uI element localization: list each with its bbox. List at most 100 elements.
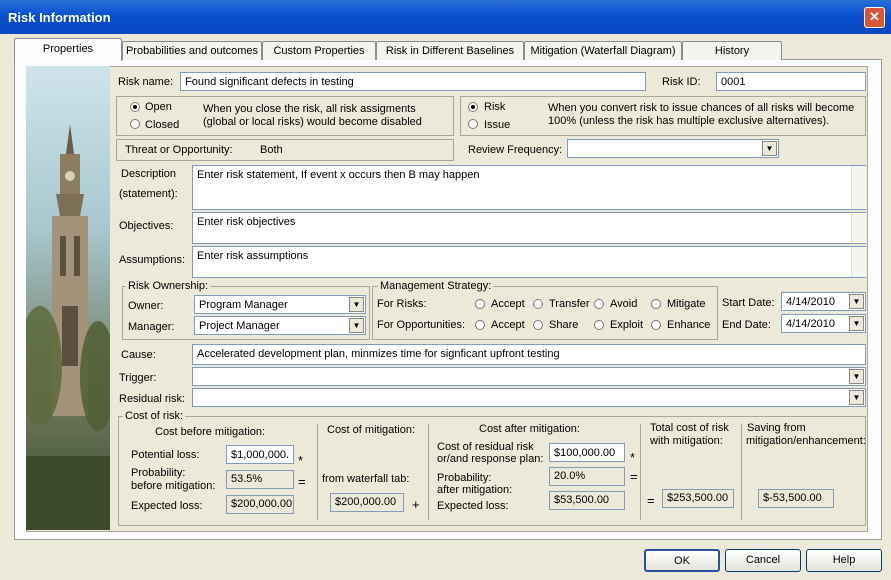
start-date-label: Start Date: — [722, 297, 775, 309]
end-date-dropdown-icon[interactable]: ▼ — [849, 316, 864, 331]
separator — [741, 424, 742, 520]
closed-radio[interactable] — [130, 119, 140, 129]
threat-label: Threat or Opportunity: — [125, 144, 233, 156]
manager-select[interactable]: Project Manager — [194, 316, 366, 335]
expected-loss-label: Expected loss: — [131, 500, 203, 512]
review-frequency-select[interactable] — [567, 139, 779, 158]
risk-mitigate-radio[interactable] — [651, 299, 661, 309]
risk-name-label: Risk name: — [118, 76, 174, 88]
close-button[interactable]: ✕ — [864, 7, 885, 28]
objectives-textarea[interactable]: Enter risk objectives — [192, 212, 866, 244]
saving-label-2: mitigation/enhancement: — [746, 435, 866, 447]
tab-baselines[interactable]: Risk in Different Baselines — [376, 41, 524, 60]
separator — [428, 424, 429, 520]
plus-operator: + — [412, 497, 420, 512]
tab-mitigation[interactable]: Mitigation (Waterfall Diagram) — [524, 41, 682, 60]
prob-before-label-2: before mitigation: — [131, 480, 216, 492]
after-expected-label: Expected loss: — [437, 500, 509, 512]
cancel-button[interactable]: Cancel — [725, 549, 801, 572]
risk-label: Risk — [484, 101, 506, 113]
opp-share-label: Share — [549, 319, 579, 331]
cost-title: Cost of risk: — [123, 410, 186, 422]
risk-id-label: Risk ID: — [662, 76, 701, 88]
saving-value: $-53,500.00 — [758, 489, 834, 508]
end-date-label: End Date: — [722, 319, 771, 331]
opp-accept-radio[interactable] — [475, 320, 485, 330]
before-title: Cost before mitigation: — [155, 426, 266, 438]
risk-id-input[interactable]: 0001 — [716, 72, 866, 91]
equals-operator: = — [630, 469, 638, 484]
risk-name-input[interactable]: Found significant defects in testing — [180, 72, 646, 91]
prob-before-label: Probability: — [131, 467, 186, 479]
owner-label: Owner: — [128, 300, 164, 312]
objectives-label: Objectives: — [119, 220, 174, 232]
start-date-dropdown-icon[interactable]: ▼ — [849, 294, 864, 309]
ok-button[interactable]: OK — [644, 549, 720, 572]
issue-label: Issue — [484, 119, 511, 131]
potential-loss-label: Potential loss: — [131, 449, 200, 461]
opp-accept-label: Accept — [491, 319, 525, 331]
description-label: Description — [121, 168, 177, 180]
open-radio[interactable] — [130, 102, 140, 112]
ownership-title: Risk Ownership: — [126, 280, 211, 292]
assumptions-scrollbar[interactable] — [851, 247, 866, 277]
opp-exploit-radio[interactable] — [594, 320, 604, 330]
trigger-label: Trigger: — [119, 372, 157, 384]
description-scrollbar[interactable] — [851, 166, 866, 209]
opp-enhance-radio[interactable] — [651, 320, 661, 330]
for-risks-label: For Risks: — [377, 298, 427, 310]
description-textarea[interactable]: Enter risk statement, If event x occurs … — [192, 165, 866, 210]
equals-operator: = — [298, 474, 306, 489]
prob-before-value: 53.5% — [226, 470, 294, 489]
equals-operator: = — [647, 493, 655, 508]
open-label: Open — [145, 101, 172, 113]
review-label: Review Frequency: — [468, 144, 563, 156]
closed-label: Closed — [145, 119, 180, 131]
owner-select[interactable]: Program Manager — [194, 295, 366, 314]
risk-accept-radio[interactable] — [475, 299, 485, 309]
status-note: When you close the risk, all risk assigm… — [203, 103, 422, 128]
owner-dropdown-icon[interactable]: ▼ — [349, 297, 364, 312]
objectives-scrollbar[interactable] — [851, 213, 866, 243]
tab-history[interactable]: History — [682, 41, 782, 60]
cathedral-image — [18, 66, 116, 530]
residual-label: Residual risk: — [119, 393, 186, 405]
window-title: Risk Information — [8, 10, 111, 25]
mitigation-cost-value: $200,000.00 — [330, 493, 404, 512]
risk-transfer-radio[interactable] — [533, 299, 543, 309]
after-title: Cost after mitigation: — [479, 423, 580, 435]
strategy-group — [372, 286, 718, 340]
title-bar — [0, 0, 891, 34]
saving-label: Saving from — [747, 422, 806, 434]
potential-loss-input[interactable]: $1,000,000. — [226, 445, 294, 464]
manager-label: Manager: — [128, 321, 175, 333]
cause-input[interactable]: Accelerated development plan, minmizes t… — [192, 344, 866, 365]
risk-avoid-radio[interactable] — [594, 299, 604, 309]
risk-radio[interactable] — [468, 102, 478, 112]
risk-accept-label: Accept — [491, 298, 525, 310]
separator — [640, 424, 641, 520]
review-dropdown-icon[interactable]: ▼ — [762, 141, 777, 156]
assumptions-textarea[interactable]: Enter risk assumptions — [192, 246, 866, 278]
help-button[interactable]: Help — [806, 549, 882, 572]
trigger-dropdown-icon[interactable]: ▼ — [849, 369, 864, 384]
risk-transfer-label: Transfer — [549, 298, 590, 310]
trigger-select[interactable] — [192, 367, 866, 386]
residual-cost-label-2: or/and response plan: — [437, 453, 544, 465]
opp-share-radio[interactable] — [533, 320, 543, 330]
after-expected-value: $53,500.00 — [549, 491, 625, 510]
times-operator: * — [298, 453, 304, 468]
risk-mitigate-label: Mitigate — [667, 298, 706, 310]
residual-cost-input[interactable]: $100,000.00 — [549, 443, 625, 462]
opp-enhance-label: Enhance — [667, 319, 711, 331]
residual-dropdown-icon[interactable]: ▼ — [849, 390, 864, 405]
tab-probabilities[interactable]: Probabilities and outcomes — [122, 41, 262, 60]
manager-dropdown-icon[interactable]: ▼ — [349, 318, 364, 333]
for-opportunities-label: For Opportunities: — [377, 319, 466, 331]
tab-custom-properties[interactable]: Custom Properties — [262, 41, 376, 60]
tab-properties[interactable]: Properties — [14, 38, 122, 61]
issue-radio[interactable] — [468, 119, 478, 129]
total-cost-value: $253,500.00 — [662, 489, 734, 508]
description-label-2: (statement): — [119, 188, 178, 200]
residual-select[interactable] — [192, 388, 866, 407]
